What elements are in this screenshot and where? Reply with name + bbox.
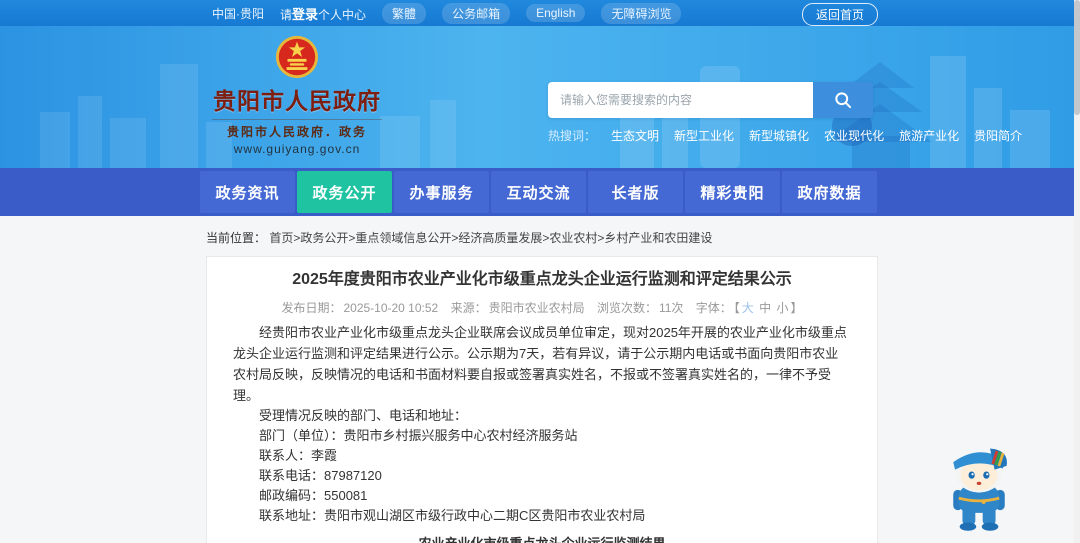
national-emblem-icon — [275, 35, 319, 79]
hot-search-label: 热搜词： — [548, 129, 597, 143]
login-bold: 登录 — [292, 6, 319, 22]
info-phone-line: 联系电话：87987120 — [259, 468, 382, 483]
search-input[interactable] — [548, 82, 813, 118]
login-prefix: 请 — [280, 7, 293, 22]
info-department-line: 部门（单位）：贵阳市乡村振兴服务中心农村经济服务站 — [259, 428, 578, 443]
nav-item-gov-open[interactable]: 政务公开 — [297, 171, 392, 213]
nav-item-highlights[interactable]: 精彩贵阳 — [685, 171, 780, 213]
nav-item-interaction[interactable]: 互动交流 — [491, 171, 586, 213]
font-size-label: 字体： — [695, 301, 732, 315]
font-size-small-button[interactable]: 小 — [777, 301, 789, 315]
search-button[interactable] — [813, 82, 873, 118]
bracket-open: 【 — [733, 301, 740, 315]
source-value: 贵阳市农业农村局 — [488, 301, 585, 315]
views-label: 浏览次数： — [596, 301, 657, 315]
content-area: 当前位置： 首页>政务公开>重点领域信息公开>经济高质量发展>农业农村>乡村产业… — [0, 216, 1080, 543]
info-contact-person-line: 联系人：李霞 — [259, 448, 338, 463]
site-title: 贵阳市人民政府 — [212, 82, 382, 120]
hot-link-agriculture[interactable]: 农业现代化 — [824, 127, 884, 144]
hot-link-industrialization[interactable]: 新型工业化 — [674, 127, 734, 144]
publish-value: 2025-10-20 10:52 — [343, 301, 439, 315]
info-address-line: 联系地址：贵阳市观山湖区市级行政中心二期C区贵阳市农业农村局 — [259, 508, 646, 523]
nav-item-news[interactable]: 政务资讯 — [200, 171, 295, 213]
breadcrumb-label: 当前位置： — [206, 231, 267, 245]
site-url: www.guiyang.gov.cn — [233, 142, 361, 156]
cityscape-art — [40, 56, 1050, 168]
site-header: 贵阳市人民政府 贵阳市人民政府．政务 www.guiyang.gov.cn 热搜… — [0, 26, 1080, 168]
scrollbar-thumb[interactable] — [1074, 0, 1080, 115]
hot-search-row: 热搜词： 生态文明 新型工业化 新型城镇化 农业现代化 旅游产业化 贵阳简介 — [548, 127, 1022, 144]
search-box — [548, 82, 873, 118]
login-suffix: 个人中心 — [318, 7, 367, 22]
mascot-assistant[interactable] — [942, 442, 1016, 539]
traditional-chinese-link[interactable]: 繁體 — [382, 2, 427, 24]
search-icon — [835, 92, 852, 109]
nav-item-senior[interactable]: 长者版 — [588, 171, 683, 213]
nav-item-gov-data[interactable]: 政府数据 — [782, 171, 877, 213]
views-value: 11次 — [658, 301, 684, 315]
hot-link-ecology[interactable]: 生态文明 — [611, 127, 659, 144]
info-intro-line: 受理情况反映的部门、电话和地址： — [259, 408, 468, 423]
back-to-home-button[interactable]: 返回首页 — [801, 3, 878, 26]
source-label: 来源： — [450, 301, 487, 315]
site-logo[interactable]: 贵阳市人民政府 贵阳市人民政府．政务 www.guiyang.gov.cn — [212, 34, 382, 156]
article-paragraph: 经贵阳市农业产业化市级重点龙头企业联席会议成员单位审定，现对2025年开展的农业… — [233, 325, 847, 403]
article-title: 2025年度贵阳市农业产业化市级重点龙头企业运行监测和评定结果公示 — [292, 271, 792, 288]
breadcrumb-path[interactable]: 首页>政务公开>重点领域信息公开>经济高质量发展>农业农村>乡村产业和农田建设 — [269, 231, 712, 245]
mascot-icon — [953, 448, 1007, 531]
region-link[interactable]: 中国·贵阳 — [212, 5, 264, 22]
main-navigation: 政务资讯 政务公开 办事服务 互动交流 长者版 精彩贵阳 政府数据 — [0, 168, 1080, 216]
font-size-large-button[interactable]: 大 — [742, 301, 754, 315]
publish-label: 发布日期： — [281, 301, 342, 315]
site-subtitle: 贵阳市人民政府．政务 — [226, 125, 367, 139]
article-card: 2025年度贵阳市农业产业化市级重点龙头企业运行监测和评定结果公示 发布日期： 2… — [206, 256, 878, 543]
login-link[interactable]: 请登录个人中心 — [280, 4, 366, 23]
official-mail-link[interactable]: 公务邮箱 — [442, 2, 511, 24]
accessibility-link[interactable]: 无障碍浏览 — [601, 2, 682, 24]
hot-link-urbanization[interactable]: 新型城镇化 — [749, 127, 809, 144]
hot-link-guiyang-intro[interactable]: 贵阳简介 — [974, 127, 1022, 144]
hot-link-tourism[interactable]: 旅游产业化 — [899, 127, 959, 144]
table-title: 农业产业化市级重点龙头企业运行监测结果 — [233, 533, 851, 543]
top-utility-bar: 中国·贵阳 请登录个人中心 繁體 公务邮箱 English 无障碍浏览 返回首页 — [0, 0, 1080, 26]
breadcrumb: 当前位置： 首页>政务公开>重点领域信息公开>经济高质量发展>农业农村>乡村产业… — [206, 229, 1080, 246]
nav-item-services[interactable]: 办事服务 — [394, 171, 489, 213]
scrollbar-track[interactable] — [1074, 0, 1080, 543]
article-meta: 发布日期： 2025-10-20 10:52 来源： 贵阳市农业农村局 浏览次数： 1… — [233, 299, 851, 316]
article-body: 经贵阳市农业产业化市级重点龙头企业联席会议成员单位审定，现对2025年开展的农业… — [233, 322, 851, 543]
font-size-medium-button[interactable]: 中 — [759, 301, 771, 315]
english-link[interactable]: English — [526, 4, 586, 22]
info-postcode-line: 邮政编码：550081 — [259, 488, 368, 503]
bracket-close: 】 — [790, 301, 803, 315]
